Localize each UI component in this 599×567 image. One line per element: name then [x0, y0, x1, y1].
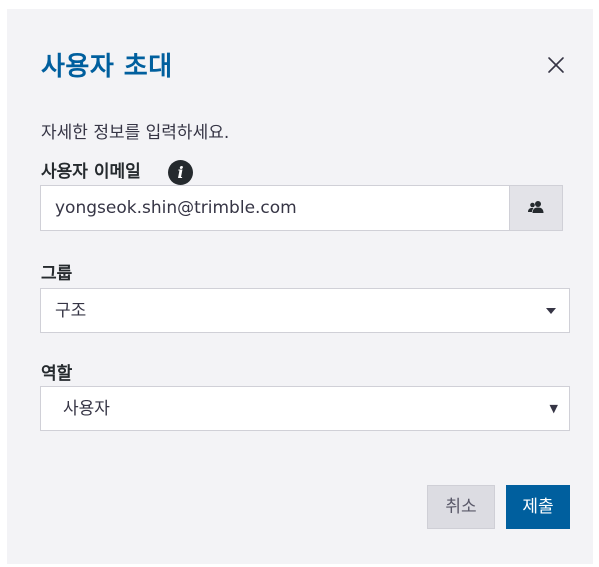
people-picker-button[interactable] — [509, 185, 563, 231]
invite-user-dialog: 사용자 초대 자세한 정보를 입력하세요. 사용자 이메일 i 그룹 구조 역할… — [7, 9, 593, 564]
email-field[interactable] — [40, 185, 509, 231]
dialog-subtitle: 자세한 정보를 입력하세요. — [41, 123, 230, 143]
info-icon[interactable]: i — [168, 160, 193, 185]
dialog-title: 사용자 초대 — [41, 52, 173, 82]
caret-down-icon: ▼ — [549, 402, 558, 415]
role-select[interactable]: 사용자 ▼ — [40, 386, 570, 431]
role-select-value: 사용자 — [63, 399, 110, 419]
close-icon[interactable] — [544, 53, 568, 77]
role-label: 역할 — [41, 364, 73, 384]
submit-button[interactable]: 제출 — [506, 485, 570, 529]
email-label: 사용자 이메일 — [41, 162, 141, 182]
group-select[interactable]: 구조 — [40, 288, 570, 333]
chevron-down-icon — [546, 308, 556, 314]
group-select-value: 구조 — [55, 301, 87, 321]
group-label: 그룹 — [41, 264, 73, 284]
cancel-button[interactable]: 취소 — [427, 485, 495, 529]
people-icon — [527, 199, 545, 218]
